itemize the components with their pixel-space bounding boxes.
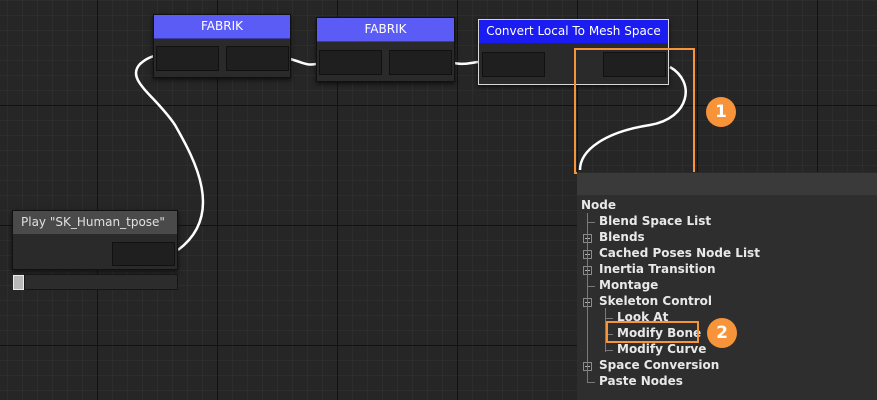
callout-badge-2: 2 (707, 318, 737, 348)
tree-branch-line (587, 286, 595, 287)
play-position-handle[interactable] (13, 275, 24, 290)
wire-fabrik-to-convert (453, 60, 479, 66)
tree-item-montage[interactable]: Montage (599, 278, 658, 292)
node-title: FABRIK (154, 15, 290, 39)
callout-box-2 (606, 321, 699, 343)
tree-header[interactable]: Node (581, 198, 616, 212)
fabrik-node-1[interactable]: FABRIK (153, 14, 291, 78)
input-pin[interactable] (319, 50, 382, 75)
tree-item-space-conversion[interactable]: Space Conversion (599, 358, 719, 372)
tree-item-modify-curve[interactable]: Modify Curve (617, 342, 706, 356)
tree-branch-line (605, 318, 613, 319)
tree-item-paste-nodes[interactable]: Paste Nodes (599, 374, 683, 388)
graph-canvas[interactable]: FABRIK FABRIK Convert Local To Mesh Spac… (0, 0, 877, 400)
callout-box-1 (574, 48, 695, 174)
tree-item-cached-poses-node-list[interactable]: Cached Poses Node List (599, 246, 760, 260)
tree-item-blends[interactable]: Blends (599, 230, 645, 244)
tree-item-inertia-transition[interactable]: Inertia Transition (599, 262, 716, 276)
node-title: Play "SK_Human_tpose" (13, 211, 177, 234)
tree-item-blend-space-list[interactable]: Blend Space List (599, 214, 711, 228)
callout-badge-1: 1 (706, 97, 736, 127)
input-pin[interactable] (482, 52, 545, 77)
play-animation-node[interactable]: Play "SK_Human_tpose" (12, 210, 178, 270)
output-pin[interactable] (226, 46, 289, 71)
input-pin[interactable] (156, 46, 219, 71)
tree-branch-line (605, 350, 613, 351)
play-position-track[interactable] (24, 274, 178, 290)
node-title: FABRIK (317, 18, 454, 42)
output-pin[interactable] (112, 242, 175, 266)
output-pin[interactable] (389, 50, 452, 75)
fabrik-node-2[interactable]: FABRIK (316, 17, 455, 82)
tree-item-skeleton-control[interactable]: Skeleton Control (599, 294, 712, 308)
menu-search-bar[interactable] (577, 173, 877, 196)
tree-branch-line (587, 382, 595, 383)
node-title: Convert Local To Mesh Space (479, 20, 668, 43)
wire-fabrik-to-fabrik (289, 57, 317, 66)
tree-branch-line (587, 222, 595, 223)
tree-vertical-line (587, 213, 588, 382)
